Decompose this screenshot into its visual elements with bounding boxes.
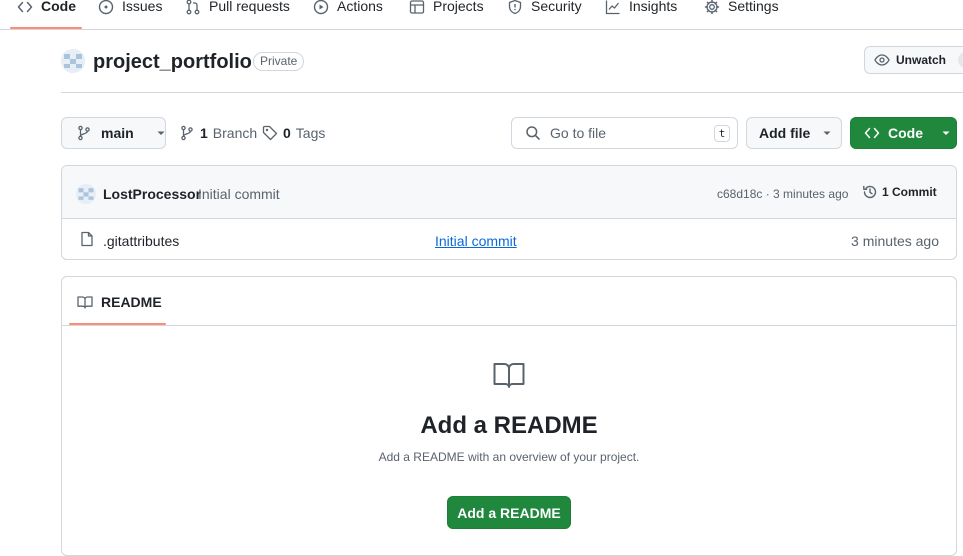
file-name[interactable]: .gitattributes bbox=[103, 233, 179, 249]
code-button-label: Code bbox=[888, 125, 923, 141]
readme-empty-heading: Add a README bbox=[420, 412, 598, 439]
tab-pull-requests-label: Pull requests bbox=[209, 0, 290, 14]
tab-code[interactable]: Code bbox=[17, 0, 76, 30]
tag-icon bbox=[262, 125, 278, 141]
shield-icon bbox=[507, 0, 523, 15]
tab-issues[interactable]: Issues bbox=[98, 0, 162, 30]
readme-panel: README Add a README Add a README with an… bbox=[61, 276, 957, 556]
tab-security[interactable]: Security bbox=[507, 0, 582, 30]
header-divider bbox=[61, 92, 963, 93]
file-commit-link[interactable]: Initial commit bbox=[435, 233, 517, 249]
tag-count: 0 bbox=[283, 125, 291, 141]
git-branch-icon bbox=[179, 125, 195, 141]
tags-link[interactable]: 0 Tags bbox=[262, 125, 325, 141]
keyboard-shortcut-hint: t bbox=[714, 125, 730, 142]
go-to-file-placeholder: Go to file bbox=[550, 125, 607, 141]
repo-owner-avatar[interactable] bbox=[61, 49, 85, 73]
commit-author-avatar[interactable] bbox=[76, 184, 96, 204]
commit-message[interactable]: Initial commit bbox=[198, 186, 280, 202]
graph-icon bbox=[605, 0, 621, 15]
tab-actions-label: Actions bbox=[337, 0, 383, 14]
file-updated-time: 3 minutes ago bbox=[851, 233, 939, 249]
tab-code-label: Code bbox=[41, 0, 76, 14]
file-icon bbox=[79, 231, 95, 247]
readme-tabbar: README bbox=[62, 277, 956, 326]
tag-count-label: Tags bbox=[295, 125, 326, 141]
branch-name: main bbox=[101, 125, 134, 141]
file-browser: LostProcessor Initial commit c68d18c · 3… bbox=[61, 165, 957, 260]
add-file-button[interactable]: Add file bbox=[746, 117, 842, 149]
watch-count: 1 bbox=[958, 52, 963, 68]
triangle-down-icon bbox=[822, 128, 832, 138]
commit-count-label: 1 Commit bbox=[882, 185, 937, 199]
triangle-down-icon bbox=[156, 128, 166, 138]
code-icon bbox=[864, 125, 880, 141]
search-icon bbox=[525, 125, 541, 141]
unwatch-button[interactable]: Unwatch 1 bbox=[864, 46, 963, 74]
go-to-file-input[interactable]: Go to file t bbox=[511, 117, 738, 149]
visibility-badge: Private bbox=[253, 52, 305, 71]
branches-link[interactable]: 1 Branch bbox=[179, 125, 257, 141]
active-tab-indicator bbox=[69, 323, 166, 325]
branch-count-label: Branch bbox=[212, 125, 258, 141]
branch-selector-button[interactable]: main bbox=[61, 117, 166, 149]
tab-security-label: Security bbox=[531, 0, 582, 14]
branch-count: 1 bbox=[200, 125, 208, 141]
tab-projects-label: Projects bbox=[433, 0, 484, 14]
table-icon bbox=[409, 0, 425, 15]
repo-nav: Code Issues Pull requests Actions Projec… bbox=[0, 0, 963, 30]
book-icon bbox=[493, 362, 525, 388]
git-branch-icon bbox=[76, 125, 92, 141]
repo-name[interactable]: project_portfolio bbox=[93, 51, 252, 74]
tab-projects[interactable]: Projects bbox=[409, 0, 484, 30]
tab-readme[interactable]: README bbox=[77, 294, 162, 310]
add-file-label: Add file bbox=[759, 125, 811, 141]
book-icon bbox=[77, 294, 93, 310]
tab-insights[interactable]: Insights bbox=[605, 0, 677, 30]
tab-pull-requests[interactable]: Pull requests bbox=[185, 0, 290, 30]
play-icon bbox=[313, 0, 329, 15]
eye-icon bbox=[874, 52, 890, 68]
tab-insights-label: Insights bbox=[629, 0, 678, 14]
readme-empty-description: Add a README with an overview of your pr… bbox=[378, 450, 640, 464]
triangle-down-icon bbox=[941, 128, 951, 138]
add-readme-button[interactable]: Add a README bbox=[447, 496, 571, 529]
tab-actions[interactable]: Actions bbox=[313, 0, 383, 30]
commit-author[interactable]: LostProcessor bbox=[103, 186, 201, 202]
issue-opened-icon bbox=[98, 0, 114, 15]
file-row[interactable]: .gitattributes Initial commit 3 minutes … bbox=[62, 219, 956, 259]
unwatch-label: Unwatch bbox=[896, 53, 947, 67]
tab-settings-label: Settings bbox=[728, 0, 779, 14]
latest-commit-row: LostProcessor Initial commit c68d18c · 3… bbox=[62, 166, 956, 219]
history-icon bbox=[862, 184, 878, 200]
git-pull-request-icon bbox=[185, 0, 201, 15]
commit-hash-and-time[interactable]: c68d18c · 3 minutes ago bbox=[717, 187, 848, 201]
tab-settings[interactable]: Settings bbox=[704, 0, 779, 30]
gear-icon bbox=[704, 0, 720, 15]
code-icon bbox=[17, 0, 33, 15]
active-tab-indicator bbox=[10, 27, 82, 29]
tab-readme-label: README bbox=[101, 294, 162, 310]
code-button[interactable]: Code bbox=[850, 117, 957, 149]
commit-history-link[interactable]: 1 Commit bbox=[862, 184, 937, 200]
tab-issues-label: Issues bbox=[122, 0, 163, 14]
